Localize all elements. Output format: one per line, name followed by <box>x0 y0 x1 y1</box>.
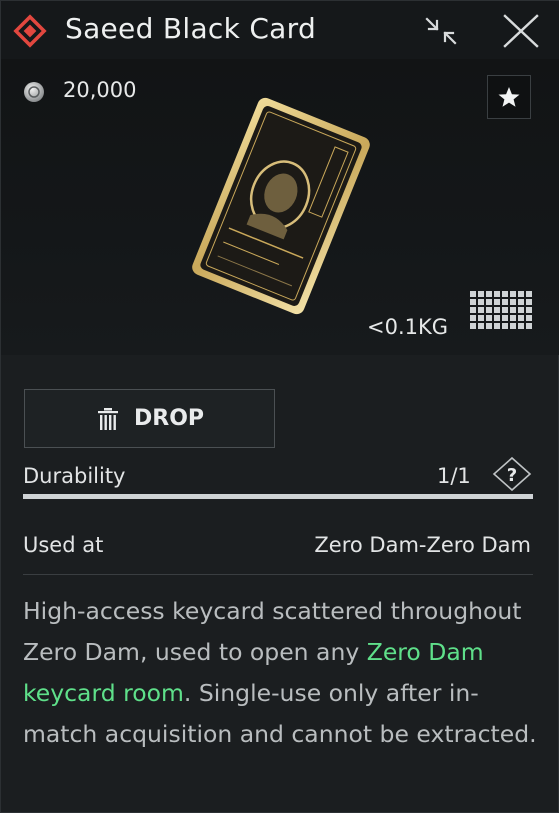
grid-cell <box>526 291 532 297</box>
favorite-button[interactable] <box>487 75 531 119</box>
price-value: 20,000 <box>63 78 137 102</box>
grid-size-icon <box>470 291 532 329</box>
grid-cell <box>494 315 500 321</box>
grid-cell <box>478 291 484 297</box>
grid-cell <box>518 299 524 305</box>
grid-cell <box>470 323 476 329</box>
grid-cell <box>470 315 476 321</box>
grid-cell <box>526 323 532 329</box>
trash-icon <box>98 408 118 430</box>
grid-cell <box>478 315 484 321</box>
grid-cell <box>478 299 484 305</box>
grid-cell <box>502 323 508 329</box>
page-title: Saeed Black Card <box>65 12 317 45</box>
grid-cell <box>526 307 532 313</box>
header: Saeed Black Card <box>1 1 559 59</box>
grid-cell <box>502 299 508 305</box>
grid-cell <box>526 299 532 305</box>
collapse-button[interactable] <box>421 13 461 49</box>
grid-cell <box>518 307 524 313</box>
grid-cell <box>478 307 484 313</box>
used-at-label: Used at <box>23 533 104 557</box>
grid-cell <box>502 291 508 297</box>
item-detail-panel: Saeed Black Card 20,000 <0.1KG DROP Dura… <box>0 0 559 813</box>
durability-bar-fill <box>23 494 533 499</box>
drop-button-label: DROP <box>134 406 205 431</box>
grid-cell <box>486 291 492 297</box>
collapse-icon <box>425 17 457 45</box>
durability-bar <box>23 494 533 499</box>
grid-cell <box>486 307 492 313</box>
grid-cell <box>510 307 516 313</box>
grid-cell <box>494 323 500 329</box>
star-icon <box>498 87 520 107</box>
help-glyph: ? <box>507 465 517 486</box>
grid-cell <box>510 291 516 297</box>
help-icon: ? <box>492 456 532 492</box>
grid-cell <box>494 299 500 305</box>
grid-cell <box>510 299 516 305</box>
drop-button[interactable]: DROP <box>24 389 275 448</box>
rarity-diamond-icon <box>13 14 47 48</box>
used-at-value: Zero Dam-Zero Dam <box>314 533 531 557</box>
grid-cell <box>494 307 500 313</box>
grid-cell <box>526 315 532 321</box>
close-button[interactable] <box>501 12 541 50</box>
durability-value: 1/1 <box>437 464 471 488</box>
item-description: High-access keycard scattered throughout… <box>23 591 538 755</box>
grid-cell <box>518 323 524 329</box>
grid-cell <box>486 323 492 329</box>
grid-cell <box>502 315 508 321</box>
close-icon <box>503 14 539 48</box>
grid-cell <box>470 291 476 297</box>
grid-cell <box>478 323 484 329</box>
durability-label: Durability <box>23 464 126 488</box>
durability-help-button[interactable]: ? <box>491 456 533 492</box>
divider <box>23 574 533 575</box>
card-image <box>192 97 370 315</box>
grid-cell <box>486 315 492 321</box>
grid-cell <box>510 315 516 321</box>
grid-cell <box>494 291 500 297</box>
weight-value: <0.1KG <box>367 315 449 339</box>
grid-cell <box>502 307 508 313</box>
grid-cell <box>470 307 476 313</box>
grid-cell <box>518 291 524 297</box>
grid-cell <box>518 315 524 321</box>
coin-icon <box>24 82 44 102</box>
grid-cell <box>510 323 516 329</box>
grid-cell <box>486 299 492 305</box>
grid-cell <box>470 299 476 305</box>
